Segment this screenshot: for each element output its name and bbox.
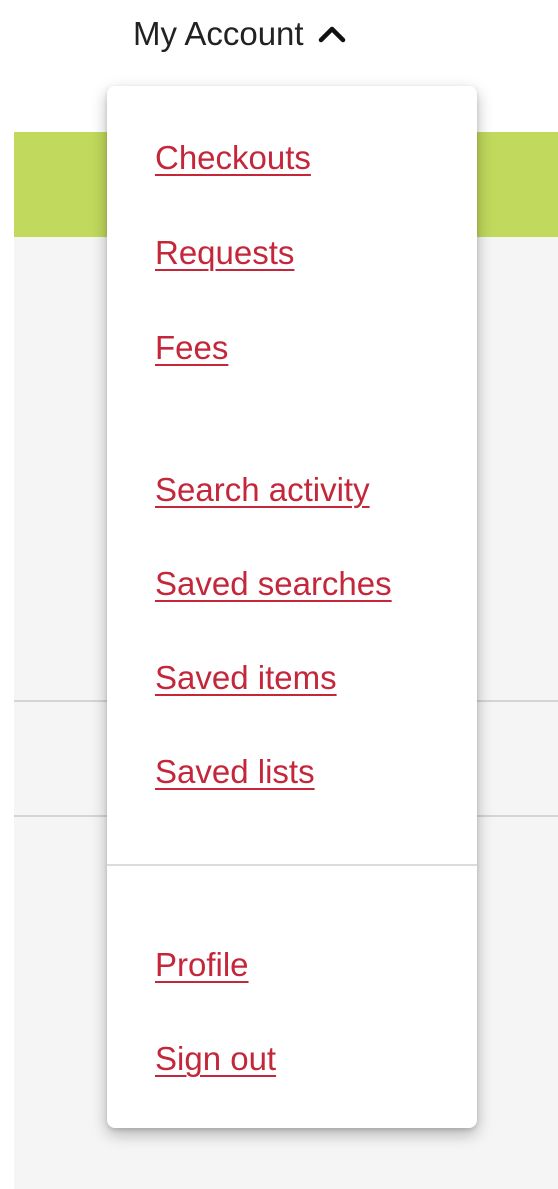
menu-item-sign-out[interactable]: Sign out — [155, 1037, 276, 1081]
chevron-up-icon — [318, 26, 345, 43]
menu-item-saved-lists[interactable]: Saved lists — [155, 750, 315, 794]
menu-item-search-activity[interactable]: Search activity — [155, 468, 370, 512]
menu-item-saved-searches[interactable]: Saved searches — [155, 562, 392, 606]
my-account-toggle[interactable]: My Account — [133, 10, 346, 58]
menu-item-profile[interactable]: Profile — [155, 943, 249, 987]
menu-item-fees[interactable]: Fees — [155, 326, 228, 370]
account-dropdown-menu: Checkouts Requests Fees Search activity … — [107, 86, 477, 1128]
menu-item-requests[interactable]: Requests — [155, 231, 294, 275]
my-account-label: My Account — [133, 15, 304, 52]
menu-divider — [107, 864, 477, 866]
menu-item-checkouts[interactable]: Checkouts — [155, 136, 311, 180]
menu-item-saved-items[interactable]: Saved items — [155, 656, 337, 700]
